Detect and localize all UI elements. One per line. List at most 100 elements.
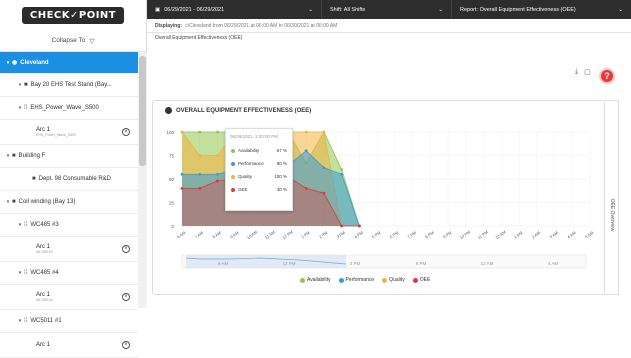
tooltip-row-label: OEE: [238, 187, 248, 192]
legend-item[interactable]: Availability: [300, 277, 331, 283]
tooltip-row-value: 80 %: [276, 161, 287, 166]
folder-icon: ■: [24, 82, 28, 88]
download-icon[interactable]: ⤓: [575, 68, 578, 76]
tooltip-row-label: Quality: [238, 174, 253, 179]
tooltip-row-label: Availability: [238, 148, 260, 153]
tree-node-label: Dept. 98 Consumable R&D: [38, 176, 111, 182]
tree-node-building-f[interactable]: ▾ ■ Building F: [0, 145, 138, 168]
legend-item[interactable]: Quality: [382, 277, 405, 283]
page-title: Overall Equipment Effectiveness (OEE): [155, 35, 243, 41]
tooltip-row: OEE 40 %: [226, 183, 292, 196]
legend-marker: [338, 277, 344, 283]
tree-node-label: Bay 20 EHS Test Stand (Bay...: [30, 82, 112, 88]
filter-icon: ▽: [89, 37, 95, 45]
legend-label: OEE: [419, 277, 431, 283]
chevron-down-icon: ⌄: [438, 6, 443, 13]
tree-leaf-item[interactable]: Arc 1 ×: [0, 333, 138, 358]
tree-node-label: WC485 #3: [30, 222, 59, 228]
expand-chevron-icon[interactable]: ▾: [16, 105, 24, 111]
legend-label: Performance: [345, 277, 375, 283]
tooltip-row: Availability 67 %: [226, 144, 292, 157]
series-dot: [231, 148, 235, 153]
machine-icon: ⁞⁞: [24, 222, 28, 228]
collapse-icon[interactable]: [165, 107, 172, 114]
shift-selector[interactable]: Shift: All Shifts ⌄: [322, 0, 452, 19]
tree-node-cleveland[interactable]: ▾ ◉ Cleveland: [0, 52, 138, 74]
displaying-label: Displaying:: [155, 22, 182, 29]
scrollbar-thumb[interactable]: [139, 56, 146, 166]
tree-node-label: EHS_Power_Wave_S500: [30, 105, 99, 111]
tree-node-wc485-3[interactable]: ▾ ⁞⁞ WC485 #3: [0, 214, 138, 237]
chevron-down-icon: ⌄: [308, 6, 313, 13]
expand-chevron-icon[interactable]: ▾: [4, 60, 12, 66]
displaying-value: Cleveland from 06/29/2021 at 06:00 AM to…: [189, 22, 338, 29]
expand-chevron-icon[interactable]: ▾: [4, 199, 12, 205]
series-dot: [231, 174, 235, 179]
expand-chevron-icon[interactable]: ▾: [16, 270, 24, 276]
tree-leaf-item[interactable]: Arc 1 WC485 #3 ×: [0, 237, 138, 262]
remove-icon[interactable]: ×: [122, 293, 130, 301]
report-value: Overall Equipment Effectiveness (OEE): [479, 6, 576, 13]
report-label: Report:: [460, 6, 479, 13]
comment-icon[interactable]: ▢: [584, 68, 591, 76]
shift-label: Shift:: [330, 6, 343, 13]
folder-icon: ■: [32, 176, 36, 182]
machine-icon: ⁞⁞: [24, 270, 28, 276]
machine-icon: ⁞⁞: [24, 105, 28, 111]
location-tree: ▾ ◉ Cleveland ▾ ■ Bay 20 EHS Test Stand (…: [0, 52, 138, 358]
expand-chevron-icon[interactable]: ▾: [16, 82, 24, 88]
tree-leaf-item[interactable]: Arc 1 EHS_Power_Wave_S500 ×: [0, 120, 138, 145]
tree-node-wc5011-1[interactable]: ▾ ⁞⁞ WC5011 #1: [0, 310, 138, 333]
report-selector[interactable]: Report: Overall Equipment Effectiveness …: [452, 0, 631, 19]
collapse-to-control[interactable]: Collapse To ▽: [0, 30, 146, 52]
series-dot: [231, 187, 235, 192]
filter-bar: ▣ 06/29/2021 - 06/29/2021 ⌄ Shift: All S…: [147, 0, 631, 19]
location-pin-icon: ◉: [12, 60, 18, 66]
tree-node-coil-winding-bay-13[interactable]: ▾ ■ Coil winding (Bay 13): [0, 191, 138, 214]
tree-node-ehs-power-wave-s500[interactable]: ▾ ⁞⁞ EHS_Power_Wave_S500: [0, 97, 138, 120]
expand-chevron-icon[interactable]: ▾: [16, 318, 24, 324]
logo-area: CHECK✓POINT: [0, 0, 146, 30]
tree-node-label: WC5011 #1: [30, 318, 62, 324]
tree-leaf-item[interactable]: Arc 1 WC485 #4 ×: [0, 285, 138, 310]
tooltip-row: Quality 100 %: [226, 170, 292, 183]
help-button[interactable]: ?: [599, 68, 615, 84]
tree-node-label: Building F: [18, 153, 46, 159]
tree-node-bay-20-ehs-test-stand-bay[interactable]: ▾ ■ Bay 20 EHS Test Stand (Bay...: [0, 74, 138, 97]
folder-icon: ■: [12, 199, 16, 205]
legend-label: Availability: [307, 277, 331, 283]
legend-item[interactable]: Performance: [338, 277, 375, 283]
tooltip-row: Performance 80 %: [226, 157, 292, 170]
sidebar-scrollbar[interactable]: [138, 52, 147, 308]
calendar-icon: ▣: [155, 6, 161, 13]
chart-card-title[interactable]: OVERALL EQUIPMENT EFFECTIVENESS (OEE): [165, 107, 311, 114]
legend-marker: [382, 277, 388, 283]
tree-node-label: Cleveland: [20, 59, 49, 66]
legend-marker: [412, 277, 418, 283]
chart-title: OVERALL EQUIPMENT EFFECTIVENESS (OEE): [176, 107, 312, 114]
expand-chevron-icon[interactable]: ▾: [16, 222, 24, 228]
chevron-down-icon: ⌄: [618, 6, 623, 13]
remove-icon[interactable]: ×: [122, 341, 130, 349]
tooltip-row-value: 67 %: [276, 148, 287, 153]
expand-chevron-icon[interactable]: ▾: [4, 153, 12, 159]
tooltip-row-value: 100 %: [274, 174, 287, 179]
machine-icon: ⁞⁞: [24, 318, 28, 324]
tooltip-row-label: Performance: [238, 161, 264, 166]
legend-item[interactable]: OEE: [412, 277, 431, 283]
tree-node-dept-98-consumable-r-d[interactable]: ■ Dept. 98 Consumable R&D: [0, 168, 138, 191]
date-range-value: 06/29/2021 - 06/29/2021: [164, 6, 225, 13]
collapse-label: Collapse To: [51, 37, 86, 44]
remove-icon[interactable]: ×: [122, 128, 130, 136]
tree-node-label: Coil winding (Bay 13): [18, 199, 76, 205]
remove-icon[interactable]: ×: [122, 245, 130, 253]
chart-legend: Availability Performance Quality OEE: [300, 277, 430, 283]
legend-marker: [300, 277, 305, 283]
oee-overview-rail[interactable]: [605, 100, 619, 295]
tree-node-wc485-4[interactable]: ▾ ⁞⁞ WC485 #4: [0, 262, 138, 285]
date-range-selector[interactable]: ▣ 06/29/2021 - 06/29/2021 ⌄: [147, 0, 322, 19]
series-dot: [231, 161, 235, 166]
legend-label: Quality: [389, 277, 405, 283]
oee-chart-card: OVERALL EQUIPMENT EFFECTIVENESS (OEE): [152, 100, 605, 295]
tree-node-label: WC485 #4: [30, 270, 59, 276]
